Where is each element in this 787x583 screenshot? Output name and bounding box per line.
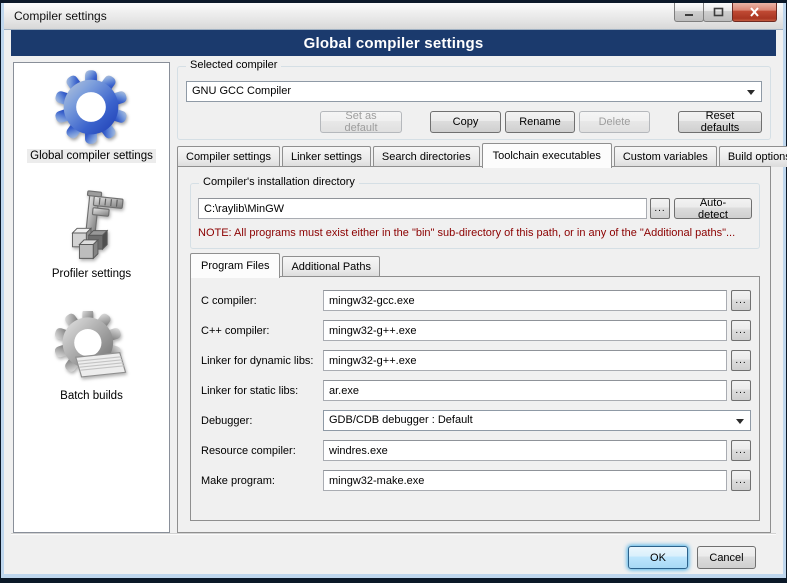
sidebar-item-batch-builds[interactable]: Batch builds: [55, 311, 129, 403]
dropdown-arrow-icon: [736, 419, 744, 424]
page-header-band: Global compiler settings: [11, 30, 776, 56]
dynamic-linker-browse-button[interactable]: ...: [731, 350, 751, 371]
cancel-button[interactable]: Cancel: [697, 546, 756, 569]
compiler-select-value: GNU GCC Compiler: [192, 85, 291, 97]
selected-compiler-legend: Selected compiler: [186, 59, 281, 71]
program-files-page: C compiler: ... C++ compiler: ... Linker…: [190, 276, 760, 521]
tab-custom-variables[interactable]: Custom variables: [614, 146, 717, 167]
reset-defaults-button[interactable]: Reset defaults: [678, 111, 762, 133]
main-tabstrip: Compiler settings Linker settings Search…: [177, 142, 771, 167]
window-title: Compiler settings: [14, 9, 107, 23]
make-program-label: Make program:: [201, 475, 323, 487]
static-linker-label: Linker for static libs:: [201, 385, 323, 397]
blue-gear-icon: [53, 69, 129, 145]
tab-linker-settings[interactable]: Linker settings: [282, 146, 371, 167]
tab-toolchain-executables[interactable]: Toolchain executables: [482, 143, 612, 168]
program-files-tabstrip: Program Files Additional Paths: [190, 253, 760, 277]
cpp-compiler-browse-button[interactable]: ...: [731, 320, 751, 341]
minimize-icon: [684, 8, 694, 17]
sidebar-item-global-compiler-settings[interactable]: Global compiler settings: [27, 69, 156, 163]
tab-compiler-settings[interactable]: Compiler settings: [177, 146, 280, 167]
make-program-browse-button[interactable]: ...: [731, 470, 751, 491]
close-icon: [749, 7, 760, 17]
subtab-additional-paths[interactable]: Additional Paths: [282, 256, 380, 277]
settings-category-sidebar: Global compiler settings: [13, 62, 170, 533]
rename-button[interactable]: Rename: [505, 111, 575, 133]
debugger-select[interactable]: GDB/CDB debugger : Default: [323, 410, 751, 431]
c-compiler-browse-button[interactable]: ...: [731, 290, 751, 311]
installation-note: NOTE: All programs must exist either in …: [198, 227, 752, 239]
selected-compiler-group: Selected compiler GNU GCC Compiler Set a…: [177, 66, 771, 140]
dropdown-arrow-icon: [747, 90, 755, 95]
installation-directory-legend: Compiler's installation directory: [199, 176, 359, 188]
footer-separator: [11, 533, 776, 535]
make-program-input[interactable]: [323, 470, 727, 491]
static-linker-browse-button[interactable]: ...: [731, 380, 751, 401]
cpp-compiler-input[interactable]: [323, 320, 727, 341]
subtab-program-files[interactable]: Program Files: [190, 253, 280, 278]
minimize-button[interactable]: [674, 3, 704, 22]
dynamic-linker-input[interactable]: [323, 350, 727, 371]
copy-button[interactable]: Copy: [430, 111, 501, 133]
toolchain-executables-page: Compiler's installation directory ... Au…: [177, 166, 771, 533]
resource-compiler-label: Resource compiler:: [201, 445, 323, 457]
installation-directory-input[interactable]: [198, 198, 647, 219]
titlebar[interactable]: Compiler settings: [4, 3, 783, 30]
cpp-compiler-label: C++ compiler:: [201, 325, 323, 337]
dynamic-linker-label: Linker for dynamic libs:: [201, 355, 323, 367]
resource-compiler-browse-button[interactable]: ...: [731, 440, 751, 461]
c-compiler-input[interactable]: [323, 290, 727, 311]
delete-button[interactable]: Delete: [579, 111, 650, 133]
sidebar-item-label: Batch builds: [57, 389, 126, 403]
restore-button[interactable]: [703, 3, 733, 22]
compiler-select[interactable]: GNU GCC Compiler: [186, 81, 762, 102]
debugger-select-value: GDB/CDB debugger : Default: [329, 414, 473, 426]
sidebar-item-label: Profiler settings: [49, 267, 134, 281]
installation-directory-browse-button[interactable]: ...: [650, 198, 670, 219]
auto-detect-button[interactable]: Auto-detect: [674, 198, 752, 219]
tab-build-options[interactable]: Build options: [719, 146, 787, 167]
restore-icon: [713, 7, 724, 17]
close-button[interactable]: [732, 3, 777, 22]
gray-gear-papers-icon: [55, 311, 129, 385]
tab-search-directories[interactable]: Search directories: [373, 146, 480, 167]
sidebar-item-label: Global compiler settings: [27, 149, 156, 163]
installation-directory-group: Compiler's installation directory ... Au…: [190, 183, 760, 249]
debugger-label: Debugger:: [201, 415, 323, 427]
sidebar-item-profiler-settings[interactable]: Profiler settings: [49, 189, 134, 281]
caliper-icon: [54, 189, 128, 263]
set-as-default-button[interactable]: Set as default: [320, 111, 402, 133]
ok-button[interactable]: OK: [628, 546, 688, 569]
c-compiler-label: C compiler:: [201, 295, 323, 307]
dialog-client-area: Global compiler settings: [4, 30, 783, 574]
compiler-settings-window: Compiler settings Global compiler settin…: [0, 0, 787, 583]
resource-compiler-input[interactable]: [323, 440, 727, 461]
page-title: Global compiler settings: [304, 35, 484, 52]
window-controls: [675, 3, 777, 22]
static-linker-input[interactable]: [323, 380, 727, 401]
